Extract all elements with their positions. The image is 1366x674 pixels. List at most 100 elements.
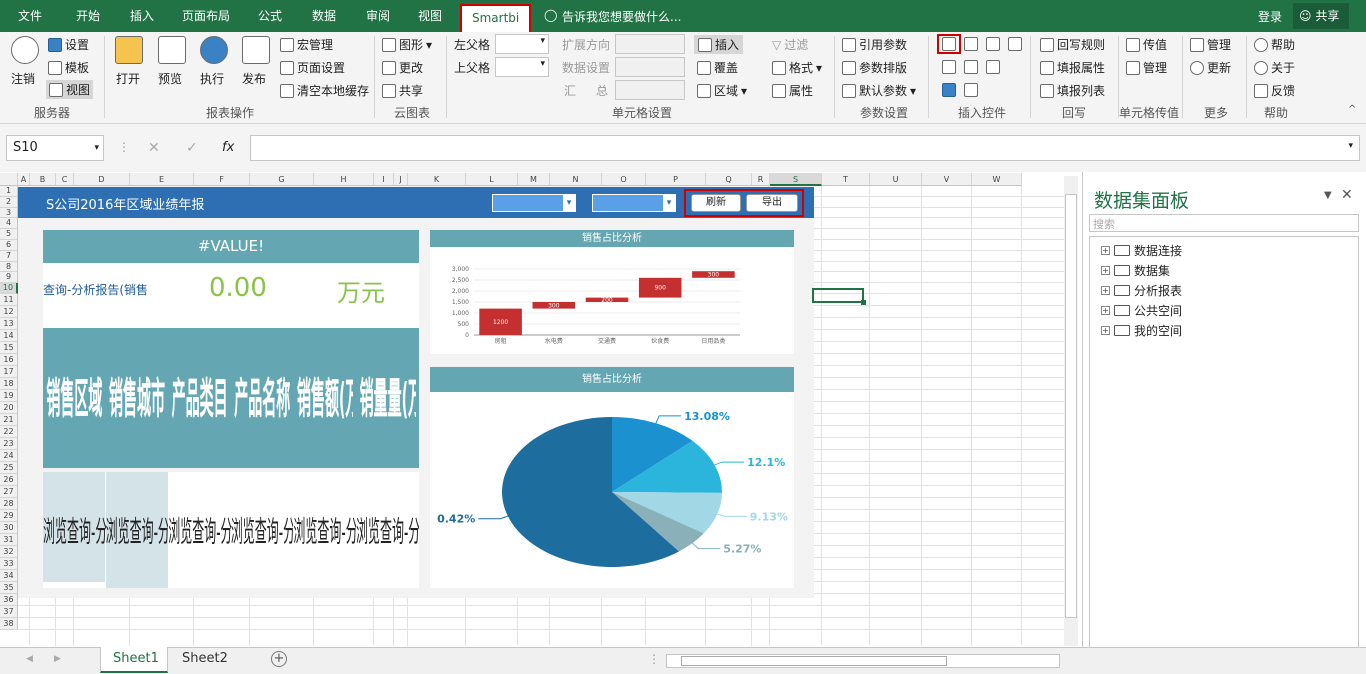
- cover-button[interactable]: 覆盖: [697, 59, 738, 76]
- expand-direction-select[interactable]: [615, 34, 685, 54]
- pass-value-button[interactable]: 传值: [1126, 36, 1167, 53]
- publish-button[interactable]: 发布: [242, 70, 266, 87]
- expand-icon[interactable]: +: [1101, 246, 1110, 255]
- row-header[interactable]: 17: [0, 366, 18, 378]
- row-header[interactable]: 30: [0, 522, 18, 534]
- collapse-ribbon-icon[interactable]: ^: [1348, 104, 1356, 115]
- column-header[interactable]: I: [374, 173, 394, 186]
- ref-param-button[interactable]: 引用参数: [842, 36, 907, 53]
- prev-sheet-icon[interactable]: ◀: [26, 654, 33, 664]
- column-header[interactable]: C: [56, 173, 74, 186]
- column-header[interactable]: O: [602, 173, 646, 186]
- panel-menu-icon[interactable]: ▼: [1324, 190, 1332, 201]
- text-control-icon[interactable]: [986, 60, 1000, 74]
- column-header[interactable]: N: [550, 173, 602, 186]
- horizontal-scroll-thumb[interactable]: [681, 656, 947, 666]
- select-all-corner[interactable]: [0, 173, 18, 186]
- row-header[interactable]: 31: [0, 534, 18, 546]
- tree-item[interactable]: + 数据集: [1101, 262, 1170, 279]
- tab-page-layout[interactable]: 页面布局: [172, 0, 240, 32]
- row-header[interactable]: 28: [0, 498, 18, 510]
- column-header[interactable]: B: [30, 173, 56, 186]
- execute-button[interactable]: 执行: [200, 70, 224, 87]
- row-header[interactable]: 5: [0, 229, 18, 240]
- tab-insert[interactable]: 插入: [120, 0, 164, 32]
- row-header[interactable]: 38: [0, 618, 18, 630]
- expand-icon[interactable]: +: [1101, 306, 1110, 315]
- row-header[interactable]: 24: [0, 450, 18, 462]
- row-header[interactable]: 13: [0, 318, 18, 330]
- row-header[interactable]: 21: [0, 414, 18, 426]
- tab-smartbi[interactable]: Smartbi: [460, 4, 532, 32]
- param-layout-button[interactable]: 参数排版: [842, 59, 907, 76]
- up-parent-select[interactable]: ▾: [495, 57, 549, 77]
- checkbox-control-icon[interactable]: [942, 83, 956, 97]
- name-box[interactable]: S10 ▾: [6, 135, 104, 161]
- row-header[interactable]: 11: [0, 294, 18, 306]
- column-header[interactable]: D: [74, 173, 130, 186]
- column-header[interactable]: E: [130, 173, 194, 186]
- sheet-tab-1[interactable]: Sheet1: [100, 647, 168, 673]
- tree-item[interactable]: + 数据连接: [1101, 242, 1182, 259]
- region-button[interactable]: 区域 ▾: [697, 82, 747, 99]
- feedback-button[interactable]: 反馈: [1254, 82, 1295, 99]
- summary-select[interactable]: [615, 80, 685, 100]
- tab-file[interactable]: 文件: [8, 0, 52, 32]
- column-header[interactable]: J: [394, 173, 408, 186]
- insert-button[interactable]: 插入: [694, 35, 744, 54]
- open-button[interactable]: 打开: [116, 70, 140, 87]
- selected-cell[interactable]: [812, 288, 864, 303]
- panel-close-icon[interactable]: ✕: [1341, 187, 1353, 203]
- macro-manage-button[interactable]: 宏管理: [280, 36, 333, 53]
- row-header[interactable]: 15: [0, 342, 18, 354]
- sheet-tab-2[interactable]: Sheet2: [170, 647, 238, 673]
- row-header[interactable]: 22: [0, 426, 18, 438]
- row-header[interactable]: 10: [0, 283, 18, 294]
- column-header[interactable]: Q: [706, 173, 752, 186]
- row-header[interactable]: 8: [0, 261, 18, 273]
- row-header[interactable]: 2: [0, 196, 18, 208]
- share-button[interactable]: ☺ 共享: [1293, 3, 1349, 29]
- row-header[interactable]: 35: [0, 582, 18, 594]
- property-button[interactable]: 属性: [772, 82, 813, 99]
- about-button[interactable]: 关于: [1254, 59, 1295, 76]
- row-header[interactable]: 18: [0, 378, 18, 390]
- change-button[interactable]: 更改: [382, 59, 423, 76]
- refresh-button[interactable]: 刷新: [691, 194, 741, 212]
- column-header[interactable]: A: [18, 173, 30, 186]
- row-header[interactable]: 4: [0, 218, 18, 230]
- fill-handle[interactable]: [861, 300, 866, 305]
- radio-control-icon[interactable]: [964, 83, 978, 97]
- chart-button[interactable]: 图形 ▾: [382, 36, 432, 53]
- column-header[interactable]: M: [518, 173, 550, 186]
- row-header[interactable]: 7: [0, 250, 18, 262]
- panel-search-input[interactable]: 搜索: [1089, 214, 1359, 232]
- column-header[interactable]: U: [870, 173, 922, 186]
- confirm-icon[interactable]: ✓: [186, 140, 198, 156]
- expand-icon[interactable]: +: [1101, 326, 1110, 335]
- column-header[interactable]: R: [752, 173, 770, 186]
- row-header[interactable]: 19: [0, 390, 18, 402]
- row-header[interactable]: 27: [0, 486, 18, 498]
- dropdown-control-icon[interactable]: [964, 37, 978, 51]
- fill-list-button[interactable]: 填报列表: [1040, 82, 1105, 99]
- row-header[interactable]: 25: [0, 462, 18, 474]
- column-header[interactable]: W: [972, 173, 1022, 186]
- city-select[interactable]: ▾: [592, 194, 676, 212]
- row-header[interactable]: 34: [0, 570, 18, 582]
- row-header[interactable]: 23: [0, 438, 18, 450]
- logout-button[interactable]: 注销: [11, 70, 35, 87]
- row-header[interactable]: 3: [0, 207, 18, 219]
- fx-icon[interactable]: fx: [222, 140, 234, 155]
- row-header[interactable]: 33: [0, 558, 18, 570]
- column-header[interactable]: F: [194, 173, 250, 186]
- column-header[interactable]: P: [646, 173, 706, 186]
- column-header[interactable]: T: [822, 173, 870, 186]
- tree-item[interactable]: + 分析报表: [1101, 282, 1182, 299]
- row-header[interactable]: 37: [0, 606, 18, 618]
- writeback-rule-button[interactable]: 回写规则: [1040, 36, 1105, 53]
- template-button[interactable]: 模板: [48, 59, 89, 76]
- fill-property-button[interactable]: 填报属性: [1040, 59, 1105, 76]
- login-link[interactable]: 登录: [1258, 8, 1282, 25]
- cancel-icon[interactable]: ✕: [148, 140, 160, 156]
